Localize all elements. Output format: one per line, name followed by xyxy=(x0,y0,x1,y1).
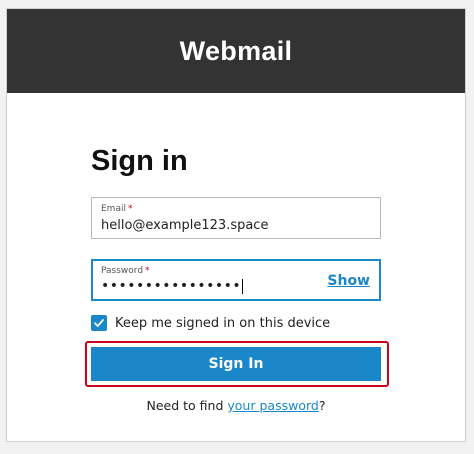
keep-signed-in-checkbox[interactable] xyxy=(91,315,107,331)
email-label: Email * xyxy=(101,204,133,214)
email-field[interactable]: Email * hello@example123.space xyxy=(91,197,381,239)
checkmark-icon xyxy=(94,319,104,327)
login-panel: Webmail Sign in Email * hello@example123.… xyxy=(6,8,466,442)
password-field[interactable]: Password * •••••••••••••••• Show xyxy=(91,259,381,301)
password-value: •••••••••••••••• xyxy=(101,278,244,294)
find-password-link[interactable]: your password xyxy=(227,398,318,413)
required-mark: * xyxy=(145,266,150,276)
sign-in-button[interactable]: Sign In xyxy=(91,347,381,381)
app-title: Webmail xyxy=(179,35,293,66)
required-mark: * xyxy=(127,204,133,214)
keep-signed-in-row[interactable]: Keep me signed in on this device xyxy=(91,315,330,331)
text-caret xyxy=(242,278,244,294)
find-password-row: Need to find your password? xyxy=(146,398,326,413)
password-label: Password * xyxy=(101,266,150,276)
page-title: Sign in xyxy=(91,145,188,177)
show-password-link[interactable]: Show xyxy=(327,273,370,289)
app-header: Webmail xyxy=(7,9,465,93)
keep-signed-in-label: Keep me signed in on this device xyxy=(115,315,331,331)
email-value: hello@example123.space xyxy=(101,218,269,233)
